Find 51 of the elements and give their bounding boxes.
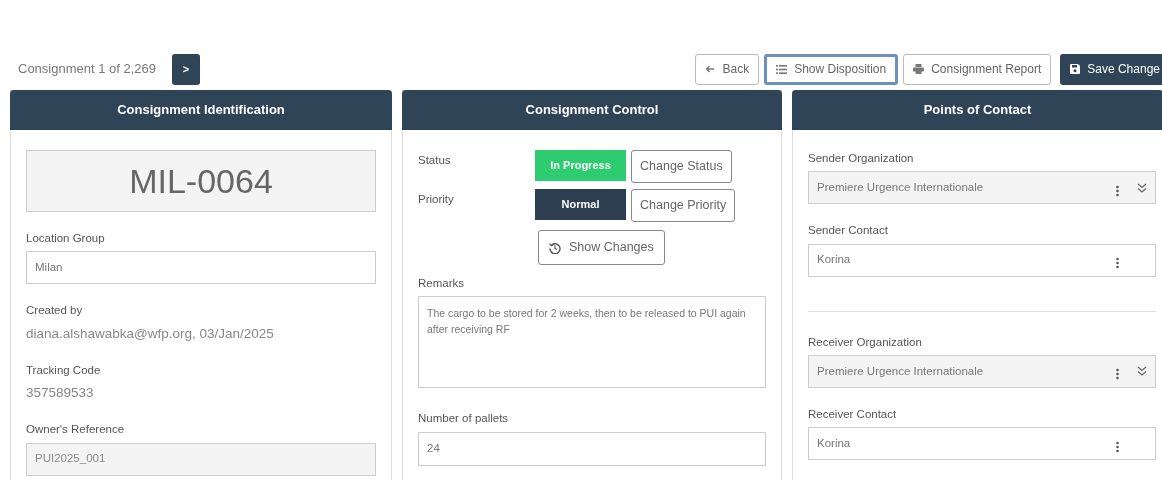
input-field[interactable]: PUI2025_001 [26, 442, 376, 476]
field-label: Receiver Organization [808, 334, 923, 350]
field-label: Status [418, 153, 452, 168]
field-label: Created by [26, 303, 84, 319]
history-icon [549, 241, 561, 254]
left-arrow-icon [705, 65, 716, 73]
field-value: 357589533 [26, 384, 95, 402]
double-chevron-down-icon [1137, 182, 1147, 193]
next-button[interactable]: > [172, 53, 201, 85]
input-field[interactable]: 24 [418, 431, 766, 466]
more-options-icon [1116, 368, 1119, 381]
toolbar-button[interactable]: Back [695, 53, 760, 85]
toolbar-button[interactable]: Show Disposition [764, 53, 899, 85]
toolbar-button[interactable]: Save Change [1060, 53, 1162, 85]
select-field[interactable]: Premiere Urgence Internationale [808, 354, 1156, 388]
select-field[interactable]: Korina [808, 427, 1156, 460]
more-options-icon [1116, 184, 1119, 197]
more-options-icon [1116, 440, 1119, 453]
select-field[interactable]: Premiere Urgence Internationale [808, 171, 1156, 205]
consignment-code: MIL-0064 [26, 150, 376, 212]
toolbar-button[interactable]: Consignment Report [903, 53, 1052, 85]
field-value: diana.alshawabka@wfp.org, 03/Jan/2025 [26, 324, 275, 343]
double-chevron-down-icon [1137, 366, 1147, 377]
field-label: Remarks [418, 276, 465, 291]
panel-header: Consignment Identification [10, 90, 392, 130]
field-label: Tracking Code [26, 362, 102, 378]
status-badge: Normal [535, 189, 626, 220]
input-field[interactable]: Milan [26, 251, 376, 285]
status-badge: In Progress [535, 150, 626, 181]
panel-header: Points of Contact [792, 90, 1162, 130]
field-label: Receiver Contact [808, 406, 898, 422]
panel-header: Consignment Control [402, 90, 782, 130]
select-value: Premiere Urgence Internationale [817, 180, 985, 196]
printer-icon [913, 64, 925, 74]
show-changes-button[interactable]: Show Changes [538, 230, 665, 265]
select-value: Premiere Urgence Internationale [817, 363, 985, 379]
remarks-textarea[interactable]: The cargo to be stored for 2 weeks, then to be released to PUI again after receiving RF [418, 296, 766, 389]
select-field[interactable]: Korina [808, 243, 1156, 277]
field-label: Number of pallets [418, 411, 510, 427]
field-label: Priority [418, 192, 455, 207]
field-label: Sender Organization [808, 151, 915, 166]
change-button[interactable]: Change Priority [631, 189, 736, 222]
change-button[interactable]: Change Status [631, 150, 732, 183]
select-value: Korina [817, 435, 852, 451]
field-label: Sender Contact [808, 223, 889, 239]
field-label: Location Group [26, 231, 106, 246]
list-icon [776, 64, 788, 74]
field-label: Owner's Reference [26, 422, 126, 438]
more-options-icon [1116, 257, 1119, 269]
consignment-counter: Consignment 1 of 2,269 [18, 60, 157, 79]
select-value: Korina [817, 252, 852, 268]
